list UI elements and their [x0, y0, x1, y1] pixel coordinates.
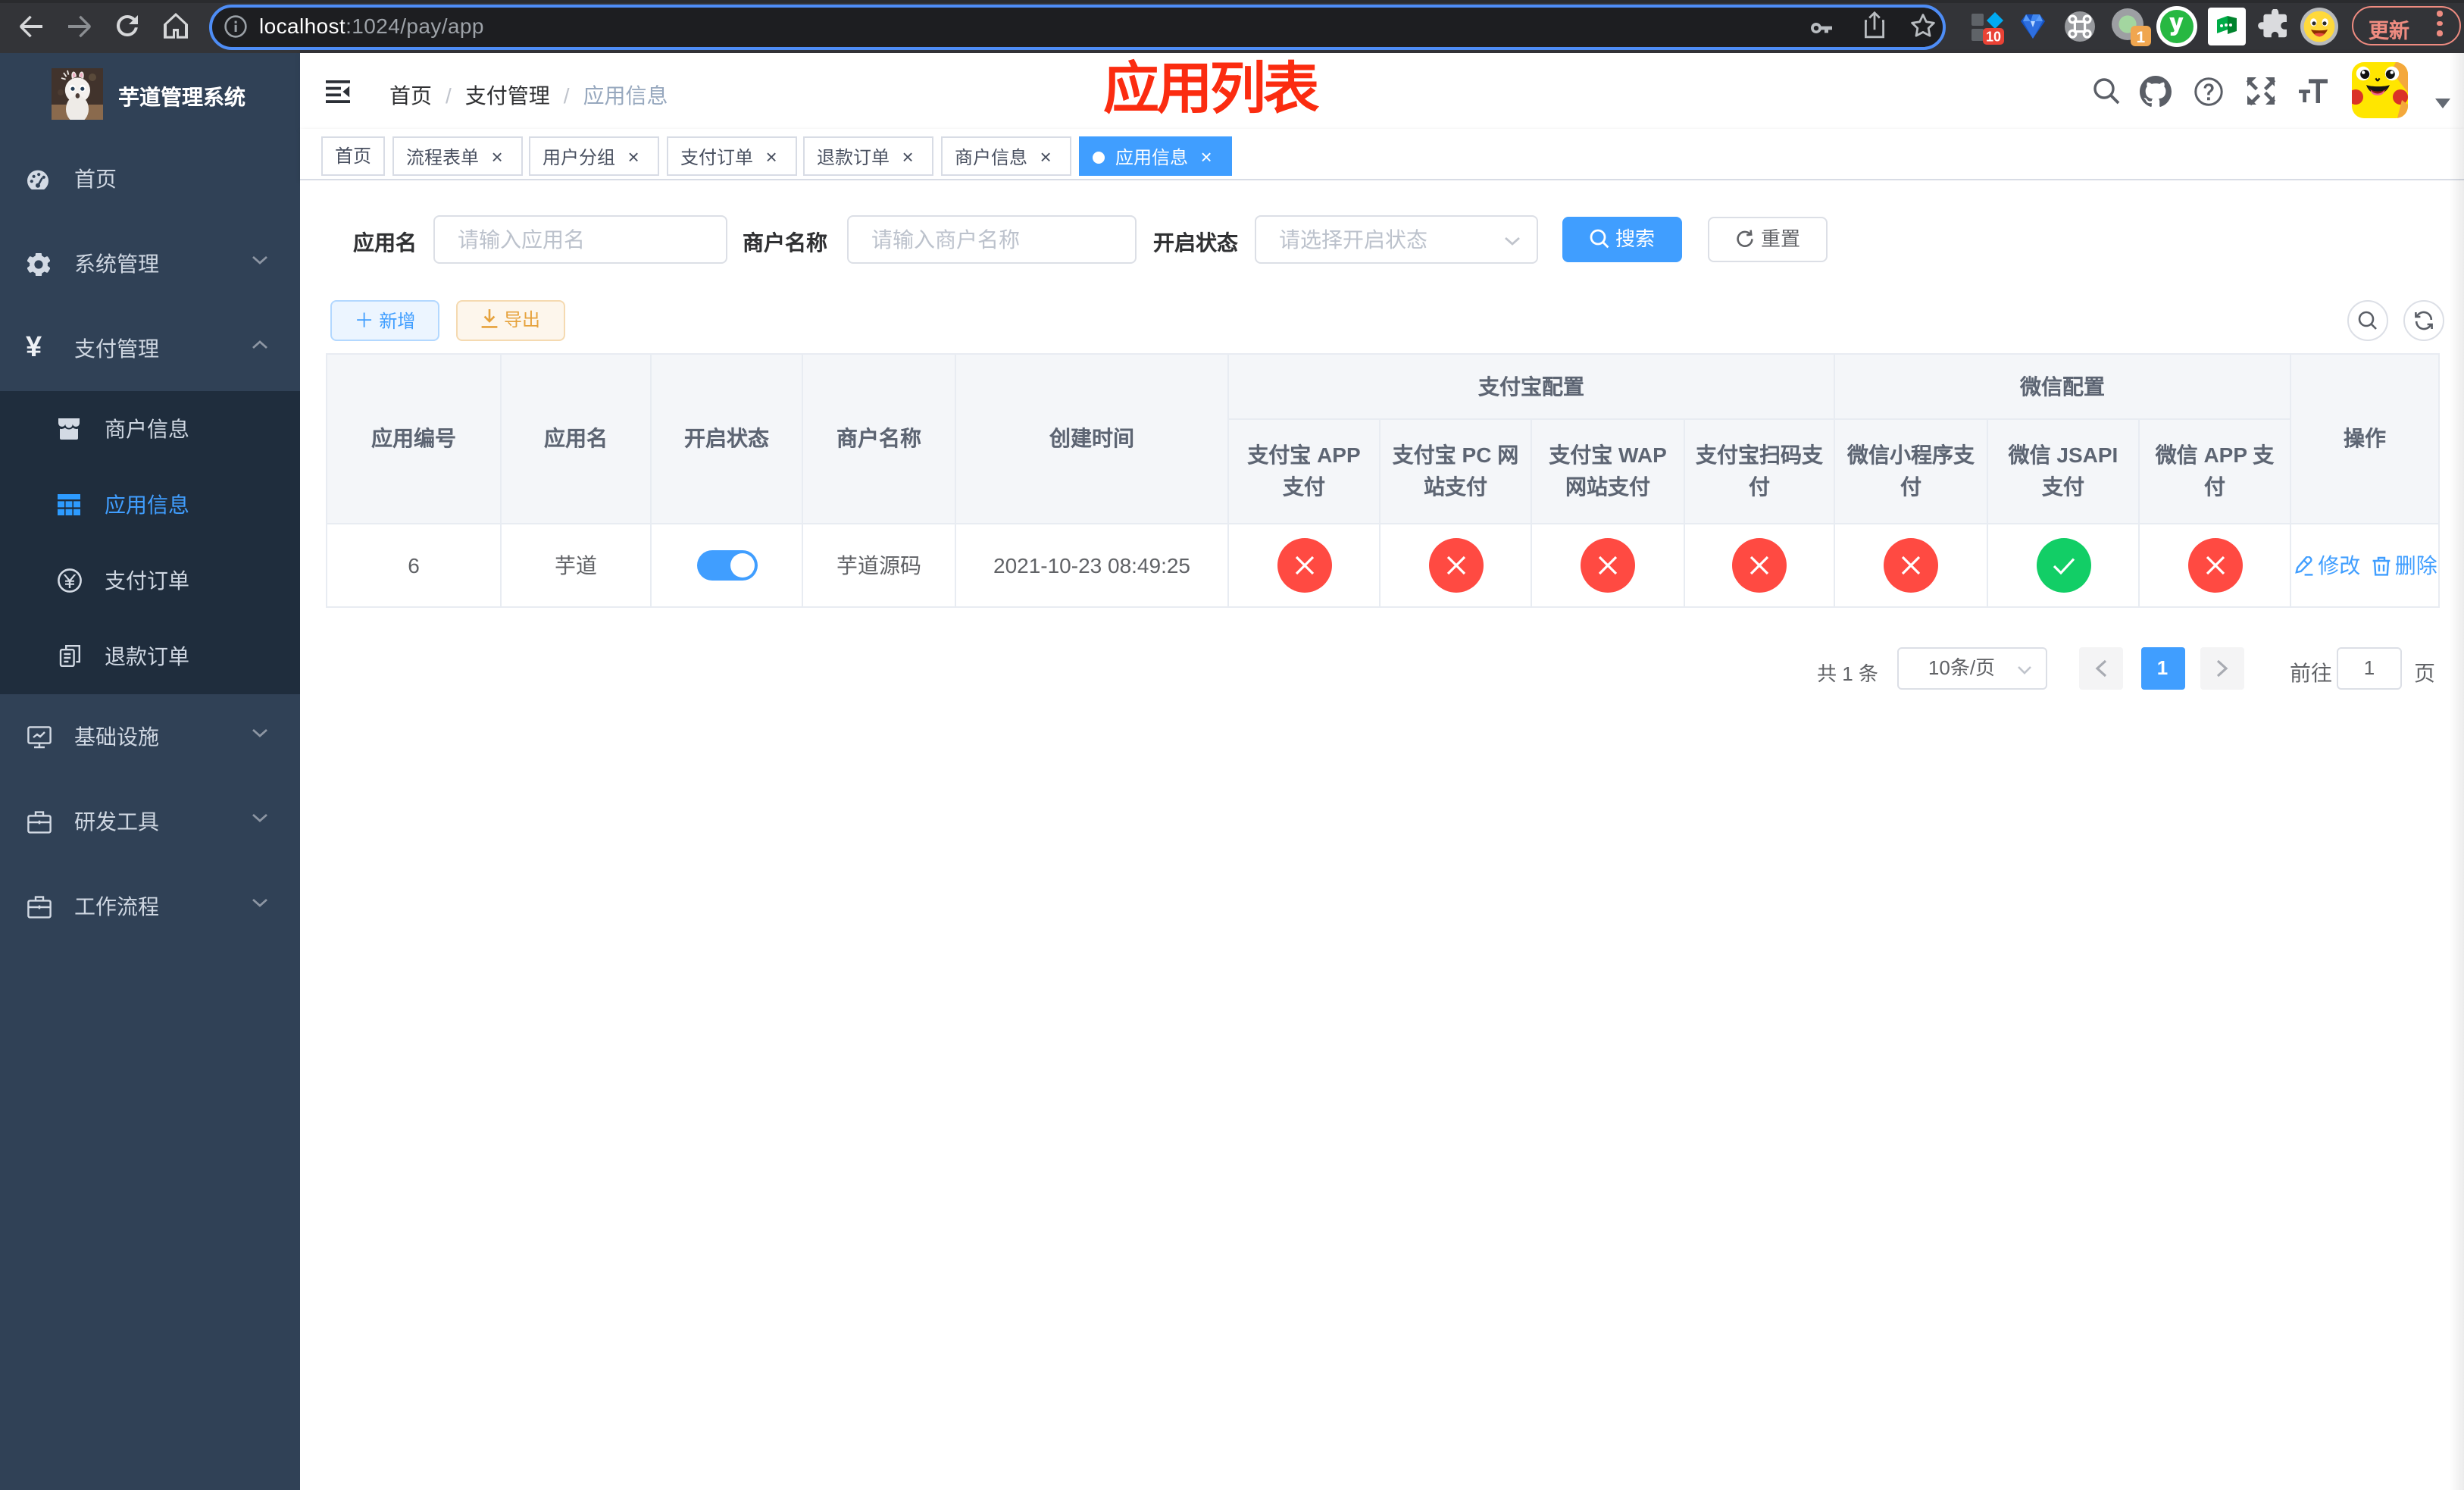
svg-text:1: 1 [2137, 29, 2146, 46]
svg-text:10: 10 [1986, 30, 2001, 45]
